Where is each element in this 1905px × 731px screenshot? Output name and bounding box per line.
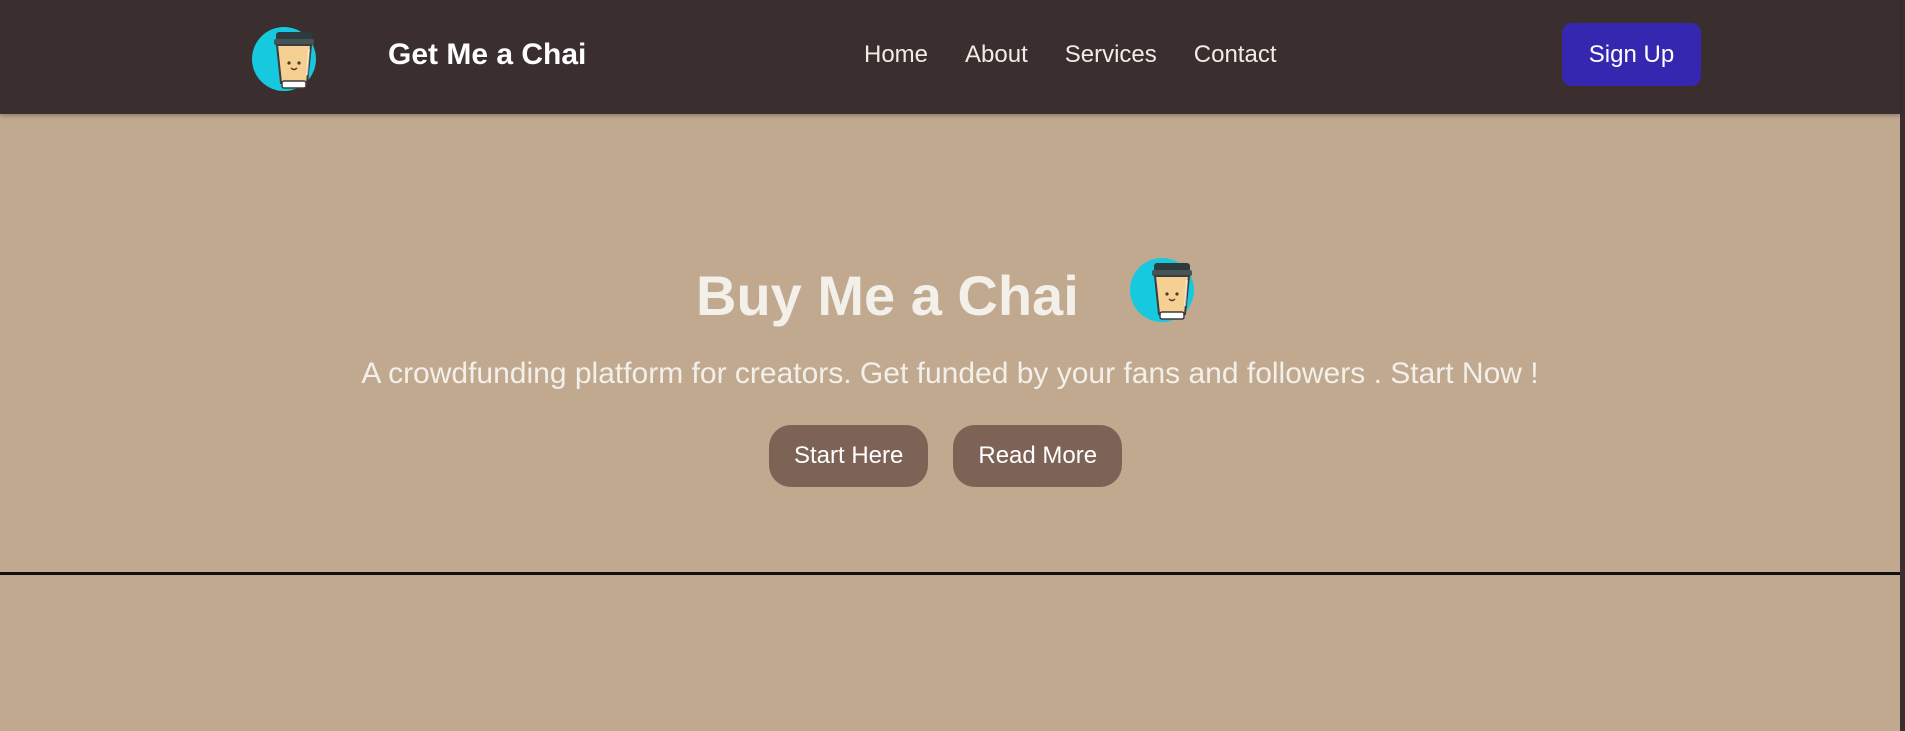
- hero-subtitle: A crowdfunding platform for creators. Ge…: [361, 357, 1539, 390]
- nav-link-about[interactable]: About: [965, 40, 1028, 70]
- brand-name[interactable]: Get Me a Chai: [388, 38, 586, 72]
- hero-title-row: Buy Me a Chai: [0, 258, 1900, 328]
- start-here-button[interactable]: Start Here: [769, 425, 929, 487]
- nav-links: Home About Services Contact: [864, 40, 1277, 70]
- page: Get Me a Chai Home About Services Contac…: [0, 0, 1905, 731]
- hero-buttons: Start Here Read More: [769, 425, 1123, 487]
- nav-link-home[interactable]: Home: [864, 40, 928, 70]
- navbar: Get Me a Chai Home About Services Contac…: [0, 0, 1900, 114]
- read-more-button[interactable]: Read More: [953, 425, 1123, 487]
- sign-up-button[interactable]: Sign Up: [1562, 23, 1701, 86]
- chai-cup-icon: [1130, 258, 1198, 322]
- chai-cup-icon[interactable]: [252, 27, 320, 91]
- nav-link-services[interactable]: Services: [1065, 40, 1157, 70]
- scrollbar-gutter: [1900, 0, 1905, 731]
- nav-link-contact[interactable]: Contact: [1194, 40, 1277, 70]
- hero-title: Buy Me a Chai: [696, 264, 1079, 327]
- section-divider: [0, 572, 1900, 575]
